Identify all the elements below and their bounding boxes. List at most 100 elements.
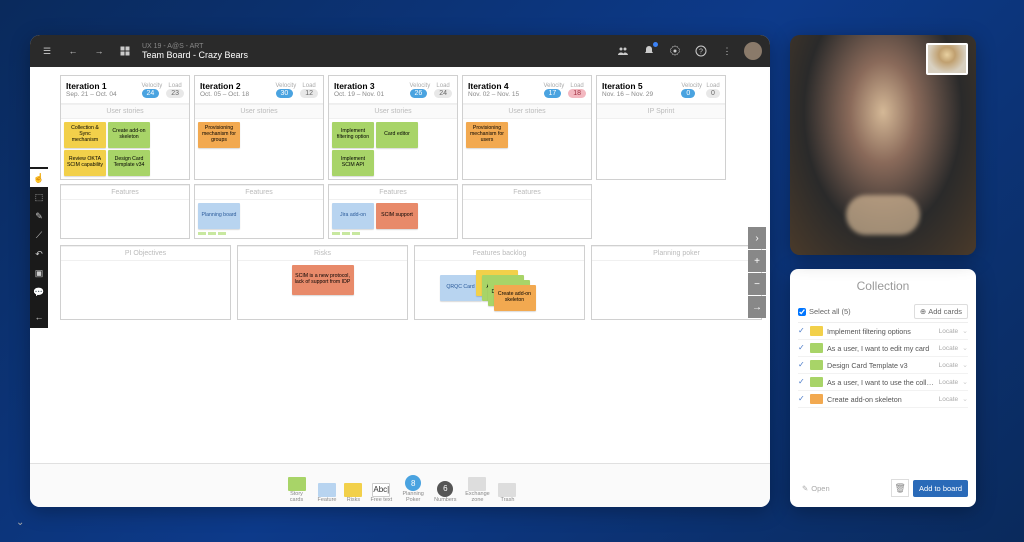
features-cell[interactable]: Features: [60, 184, 190, 239]
panel-planning-poker[interactable]: Planning poker: [591, 245, 762, 320]
locate-button[interactable]: Locate: [939, 362, 959, 369]
iteration-column[interactable]: Iteration 1 Sep. 21 – Oct. 04 Velocity24…: [60, 75, 190, 180]
add-cards-button[interactable]: ⊕Add cards: [914, 304, 968, 319]
undo-icon[interactable]: ↶: [30, 245, 48, 263]
collection-item-name: Implement filtering options: [827, 327, 935, 336]
pointer-tool-icon[interactable]: ☝: [30, 169, 48, 187]
zoom-out-icon[interactable]: −: [748, 273, 766, 295]
story-card[interactable]: Card editor: [376, 122, 418, 148]
collection-item[interactable]: ✓ As a user, I want to edit my card Loca…: [798, 340, 968, 357]
pi-objectives-label: PI Objectives: [61, 246, 230, 261]
toolbox-item[interactable]: Story cards: [284, 477, 310, 503]
forward-icon[interactable]: →: [90, 42, 108, 60]
video-participant-self[interactable]: [926, 43, 968, 75]
toolbox-item[interactable]: Exchange zone: [464, 477, 490, 503]
board-icon[interactable]: [116, 42, 134, 60]
locate-button[interactable]: Locate: [939, 345, 959, 352]
collection-panel: Collection Select all (5) ⊕Add cards ✓ I…: [790, 269, 976, 507]
toolbox-item[interactable]: Risks: [344, 483, 362, 504]
pan-right-icon[interactable]: →: [748, 296, 766, 318]
risk-card[interactable]: SCIM is a new protocol, lack of support …: [292, 265, 354, 295]
checkbox-icon[interactable]: ✓: [798, 395, 806, 403]
scroll-right-icon[interactable]: ›: [748, 227, 766, 249]
feature-card[interactable]: SCIM support: [376, 203, 418, 229]
panel-pi-objectives[interactable]: PI Objectives: [60, 245, 231, 320]
chevron-down-icon[interactable]: ⌄: [962, 378, 968, 386]
menu-icon[interactable]: ☰: [38, 42, 56, 60]
collection-item[interactable]: ✓ Implement filtering options Locate ⌄: [798, 323, 968, 340]
story-card[interactable]: Collection & Sync mechanism: [64, 122, 106, 148]
collection-item-name: As a user, I want to use the collection …: [827, 378, 935, 387]
story-card[interactable]: Design Card Template v34: [108, 150, 150, 176]
checkbox-icon[interactable]: ✓: [798, 378, 806, 386]
camera-tool-icon[interactable]: ▣: [30, 264, 48, 282]
toolbox-item[interactable]: Abc|Free text: [370, 483, 392, 504]
checkbox-icon[interactable]: ✓: [798, 327, 806, 335]
risks-label: Risks: [238, 246, 407, 261]
video-call-tile[interactable]: [790, 35, 976, 255]
card-swatch: [810, 326, 823, 336]
checkbox-icon[interactable]: ✓: [798, 361, 806, 369]
avatar[interactable]: [744, 42, 762, 60]
toolbox-item[interactable]: Feature: [318, 483, 337, 504]
select-tool-icon[interactable]: ⬚: [30, 188, 48, 206]
iteration-column[interactable]: Iteration 3 Oct. 19 – Nov. 01 Velocity26…: [328, 75, 458, 180]
chevron-down-icon[interactable]: ⌄: [962, 395, 968, 403]
zoom-in-icon[interactable]: +: [748, 250, 766, 272]
story-card[interactable]: Implement filtering option: [332, 122, 374, 148]
collection-item-name: Design Card Template v3: [827, 361, 935, 370]
feature-card[interactable]: Jira add-on: [332, 203, 374, 229]
collection-item[interactable]: ✓ Design Card Template v3 Locate ⌄: [798, 357, 968, 374]
feature-card[interactable]: Planning board: [198, 203, 240, 229]
story-card[interactable]: Provisioning mechanism for users: [466, 122, 508, 148]
features-cell[interactable]: [596, 184, 726, 239]
more-icon[interactable]: ⋮: [718, 42, 736, 60]
chevron-down-icon[interactable]: ⌄: [962, 361, 968, 369]
features-cell[interactable]: FeaturesJira add-onSCIM support: [328, 184, 458, 239]
back-icon[interactable]: ←: [64, 42, 82, 60]
collection-item[interactable]: ✓ As a user, I want to use the collectio…: [798, 374, 968, 391]
features-cell[interactable]: FeaturesPlanning board: [194, 184, 324, 239]
trash-icon: 🗑: [894, 483, 905, 494]
collapse-rail-icon[interactable]: ←: [30, 308, 48, 326]
locate-button[interactable]: Locate: [939, 396, 959, 403]
iteration-column[interactable]: Iteration 2 Oct. 05 – Oct. 18 Velocity30…: [194, 75, 324, 180]
add-to-board-button[interactable]: Add to board: [913, 480, 968, 497]
pen-tool-icon[interactable]: ✎: [30, 207, 48, 225]
locate-button[interactable]: Locate: [939, 379, 959, 386]
toolbox-bar: ⌄ Story cardsFeatureRisksAbc|Free text8P…: [30, 463, 770, 507]
canvas-nav-controls: › + − →: [748, 227, 766, 318]
iteration-column[interactable]: Iteration 4 Nov. 02 – Nov. 15 Velocity17…: [462, 75, 592, 180]
help-icon[interactable]: ?: [692, 42, 710, 60]
gear-icon[interactable]: [666, 42, 684, 60]
story-card[interactable]: Provisioning mechanism for groups: [198, 122, 240, 148]
toolbox-item[interactable]: Trash: [498, 483, 516, 504]
connector-tool-icon[interactable]: ⟋: [30, 226, 48, 244]
plus-icon: ⊕: [920, 307, 926, 316]
toolbox-item[interactable]: 6Numbers: [434, 481, 456, 504]
checkbox-icon[interactable]: ✓: [798, 344, 806, 352]
board-canvas[interactable]: Iteration 1 Sep. 21 – Oct. 04 Velocity24…: [30, 67, 770, 463]
locate-button[interactable]: Locate: [939, 328, 959, 335]
page-title: Team Board - Crazy Bears: [142, 50, 248, 60]
open-button[interactable]: ✎Open: [798, 480, 887, 497]
backlog-card[interactable]: Create add-on skeleton: [494, 285, 536, 311]
select-all-checkbox[interactable]: Select all (5): [798, 307, 851, 316]
chevron-down-icon[interactable]: ⌄: [962, 344, 968, 352]
iteration-column[interactable]: Iteration 5 Nov. 16 – Nov. 29 Velocity0 …: [596, 75, 726, 180]
story-card[interactable]: Implement SCIM API: [332, 150, 374, 176]
people-icon[interactable]: [614, 42, 632, 60]
story-card[interactable]: Review OKTA SCIM capability: [64, 150, 106, 176]
comment-tool-icon[interactable]: 💬: [30, 283, 48, 301]
panel-risks[interactable]: Risks SCIM is a new protocol, lack of su…: [237, 245, 408, 320]
collection-item[interactable]: ✓ Create add-on skeleton Locate ⌄: [798, 391, 968, 408]
toolbox-item[interactable]: 8Planning Poker: [400, 475, 426, 503]
notifications-icon[interactable]: [640, 42, 658, 60]
panel-features-backlog[interactable]: Features backlog QRQC CardImplement…As a…: [414, 245, 585, 320]
story-card[interactable]: Create add-on skeleton: [108, 122, 150, 148]
chevron-down-icon[interactable]: ⌄: [962, 327, 968, 335]
features-cell[interactable]: Features: [462, 184, 592, 239]
right-column: Collection Select all (5) ⊕Add cards ✓ I…: [790, 35, 976, 507]
delete-button[interactable]: 🗑: [891, 479, 909, 497]
bottom-panels: PI Objectives Risks SCIM is a new protoc…: [60, 245, 762, 320]
